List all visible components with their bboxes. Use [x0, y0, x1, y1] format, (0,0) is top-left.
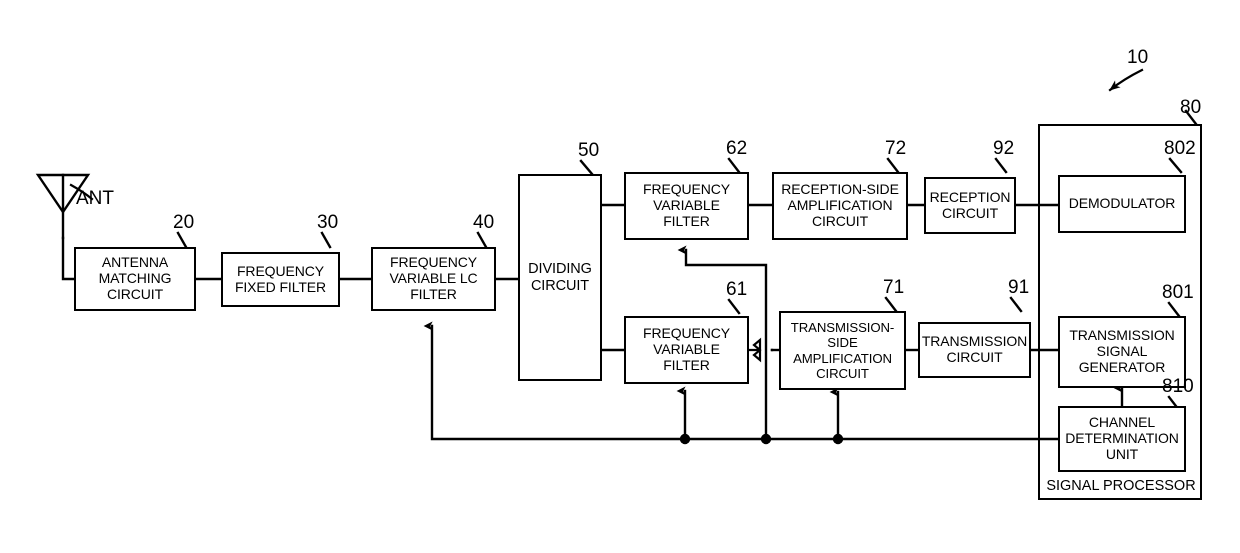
- block-label: TRANSMISSION- SIDE AMPLIFICATION CIRCUIT: [790, 320, 895, 381]
- leader-62: [727, 157, 741, 174]
- block-label: RECEPTION CIRCUIT: [929, 188, 1011, 221]
- leader-91: [1009, 296, 1023, 313]
- block-antenna-matching-circuit[interactable]: ANTENNA MATCHING CIRCUIT: [74, 247, 196, 311]
- leader-30: [320, 231, 332, 249]
- ref-810: 810: [1162, 376, 1194, 397]
- ref-92: 92: [993, 138, 1015, 159]
- ref-61: 61: [726, 279, 748, 300]
- leader-10-arrow: [1108, 68, 1144, 92]
- bus-junction-dots: [679, 433, 844, 445]
- ref-20: 20: [173, 212, 195, 233]
- block-label: TRANSMISSION SIGNAL GENERATOR: [1069, 327, 1175, 375]
- antenna-label: ANT: [76, 188, 114, 209]
- block-reception-circuit[interactable]: RECEPTION CIRCUIT: [924, 177, 1016, 234]
- leader-71: [884, 296, 898, 313]
- ref-802: 802: [1164, 138, 1196, 159]
- block-dividing-circuit[interactable]: DIVIDING CIRCUIT: [518, 174, 602, 381]
- leader-72: [886, 157, 900, 174]
- block-label: FREQUENCY VARIABLE LC FILTER: [389, 254, 478, 302]
- signal-processor-caption: SIGNAL PROCESSOR: [1046, 478, 1196, 494]
- junction-dot-62: [760, 433, 772, 445]
- ref-91: 91: [1008, 277, 1030, 298]
- figure-canvas: SIGNAL PROCESSOR 80 ANTENNA MATCHING CIR…: [0, 0, 1240, 553]
- block-frequency-variable-lc-filter[interactable]: FREQUENCY VARIABLE LC FILTER: [371, 247, 496, 311]
- ref-30: 30: [317, 212, 339, 233]
- block-reception-side-amplification-circuit[interactable]: RECEPTION-SIDE AMPLIFICATION CIRCUIT: [772, 172, 908, 240]
- ref-801: 801: [1162, 282, 1194, 303]
- block-frequency-fixed-filter[interactable]: FREQUENCY FIXED FILTER: [221, 252, 340, 307]
- leader-61: [727, 298, 741, 315]
- block-transmission-circuit[interactable]: TRANSMISSION CIRCUIT: [918, 322, 1031, 378]
- ref-62: 62: [726, 138, 748, 159]
- leader-40: [476, 231, 488, 249]
- leader-92: [994, 157, 1008, 174]
- block-label: FREQUENCY FIXED FILTER: [234, 262, 327, 295]
- wire-hop-bracket: [747, 337, 762, 363]
- block-transmission-side-amplification-circuit[interactable]: TRANSMISSION- SIDE AMPLIFICATION CIRCUIT: [779, 311, 906, 390]
- ref-40: 40: [473, 212, 495, 233]
- ref-50: 50: [578, 140, 600, 161]
- block-label: FREQUENCY VARIABLE FILTER: [643, 181, 730, 229]
- block-reception-frequency-variable-filter[interactable]: FREQUENCY VARIABLE FILTER: [624, 172, 749, 240]
- ref-71: 71: [883, 277, 905, 298]
- block-label: CHANNEL DETERMINATION UNIT: [1065, 414, 1179, 462]
- leader-20: [176, 231, 188, 249]
- ref-72: 72: [885, 138, 907, 159]
- junction-dot-71: [832, 433, 844, 445]
- junction-dot-61: [679, 433, 691, 445]
- block-transmission-frequency-variable-filter[interactable]: FREQUENCY VARIABLE FILTER: [624, 316, 749, 384]
- leader-50: [579, 159, 594, 176]
- block-demodulator[interactable]: DEMODULATOR: [1058, 175, 1186, 233]
- block-label: TRANSMISSION CIRCUIT: [921, 333, 1028, 365]
- block-label: ANTENNA MATCHING CIRCUIT: [98, 254, 172, 302]
- block-channel-determination-unit[interactable]: CHANNEL DETERMINATION UNIT: [1058, 406, 1186, 472]
- wire-ant-to-matching: [61, 236, 76, 281]
- block-label: DIVIDING CIRCUIT: [528, 260, 592, 294]
- ref-10: 10: [1127, 47, 1149, 68]
- block-label: RECEPTION-SIDE AMPLIFICATION CIRCUIT: [781, 181, 899, 229]
- ref-80: 80: [1180, 97, 1202, 118]
- block-label: DEMODULATOR: [1068, 195, 1176, 212]
- block-label: FREQUENCY VARIABLE FILTER: [643, 325, 730, 373]
